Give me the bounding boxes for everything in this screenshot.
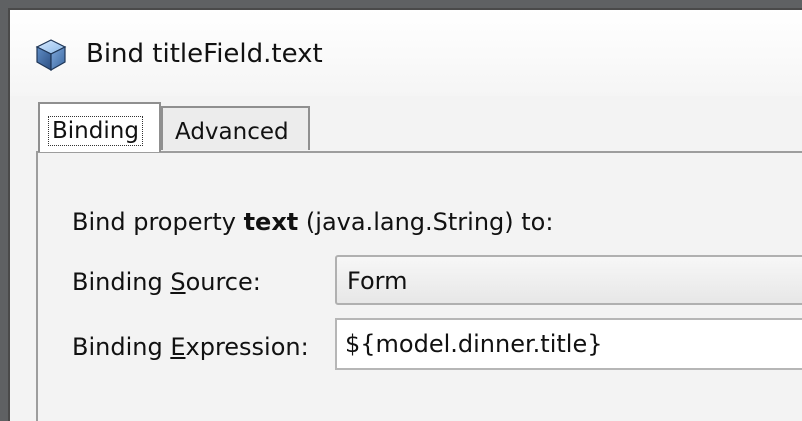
binding-source-label-mnemonic: S — [170, 268, 186, 296]
bind-property-name: text — [243, 208, 299, 236]
tab-binding[interactable]: Binding — [38, 102, 161, 152]
binding-source-label-prefix: Binding — [72, 268, 171, 296]
screen-background: Bind titleField.text Binding Advanced Bi… — [0, 0, 802, 421]
binding-expression-label: Binding Expression: — [72, 331, 309, 363]
bind-property-prefix: Bind property — [72, 208, 244, 236]
tab-binding-label: Binding — [48, 116, 143, 146]
cube-icon — [34, 38, 68, 72]
binding-source-combobox[interactable]: Form — [335, 255, 802, 305]
binding-source-label: Binding Source: — [72, 266, 261, 298]
bind-property-suffix: (java.lang.String) to: — [298, 208, 554, 236]
window-title: Bind titleField.text — [86, 39, 323, 69]
bind-property-description: Bind property text (java.lang.String) to… — [72, 206, 553, 238]
binding-source-label-suffix: ource: — [185, 268, 261, 296]
binding-expression-label-mnemonic: E — [170, 333, 186, 361]
binding-panel: Bind property text (java.lang.String) to… — [36, 151, 802, 421]
tab-advanced[interactable]: Advanced — [161, 106, 310, 150]
binding-expression-label-prefix: Binding — [72, 333, 171, 361]
binding-expression-label-suffix: xpression: — [185, 333, 309, 361]
binding-expression-value: ${model.dinner.title} — [345, 330, 603, 358]
binding-source-value: Form — [347, 267, 408, 295]
binding-expression-field[interactable]: ${model.dinner.title} — [335, 318, 802, 370]
tab-bar: Binding Advanced — [28, 96, 802, 152]
tab-advanced-label: Advanced — [175, 119, 289, 145]
window-titlebar: Bind titleField.text — [10, 10, 802, 96]
bind-dialog-window: Bind titleField.text Binding Advanced Bi… — [8, 8, 802, 421]
